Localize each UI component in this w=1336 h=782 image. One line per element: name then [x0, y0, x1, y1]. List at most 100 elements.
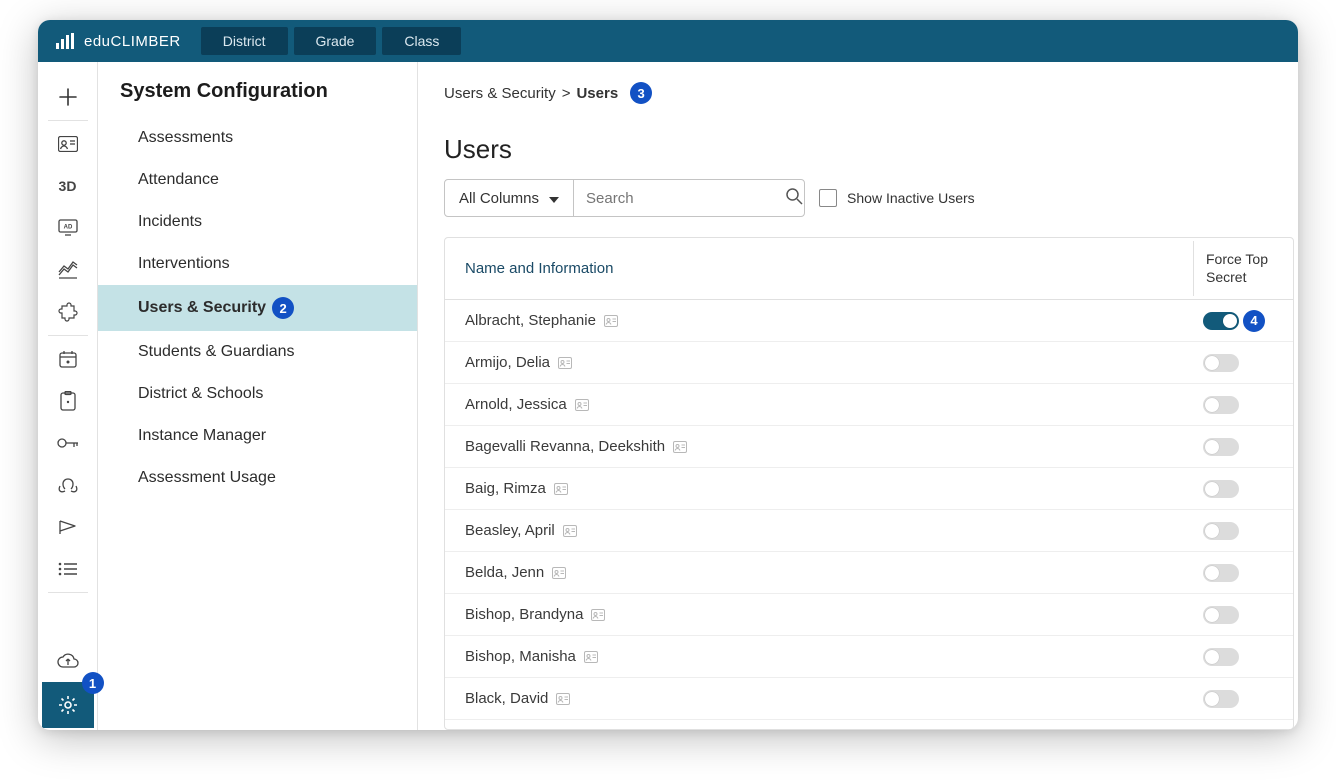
sidebar-item-label: Instance Manager	[138, 427, 266, 445]
rail-puzzle-icon[interactable]	[38, 291, 98, 333]
table-row[interactable]: Armijo, Delia	[445, 342, 1293, 384]
user-name-cell: Belda, Jenn	[445, 564, 1193, 581]
force-top-secret-toggle[interactable]	[1203, 522, 1239, 540]
sidebar-item-district-schools[interactable]: District & Schools	[98, 373, 417, 415]
col-force-header[interactable]: Force Top Secret	[1193, 241, 1293, 296]
force-top-secret-toggle[interactable]	[1203, 690, 1239, 708]
show-inactive-checkbox[interactable]: Show Inactive Users	[819, 189, 975, 207]
id-card-icon	[584, 651, 598, 663]
force-toggle-cell	[1193, 690, 1293, 708]
id-card-icon	[554, 483, 568, 495]
top-nav: District Grade Class	[201, 27, 462, 55]
id-card-icon	[591, 609, 605, 621]
rail-add-icon[interactable]	[38, 76, 98, 118]
id-card-icon	[673, 441, 687, 453]
id-card-icon	[575, 399, 589, 411]
table-row[interactable]: Albracht, Stephanie4	[445, 300, 1293, 342]
rail-settings-button[interactable]: 1	[42, 682, 94, 728]
page-title: Users	[444, 134, 1298, 165]
sidebar-item-label: Incidents	[138, 213, 202, 231]
users-table: Name and Information Force Top Secret Al…	[444, 237, 1294, 730]
sidebar: System Configuration AssessmentsAttendan…	[98, 62, 418, 730]
sidebar-item-label: Interventions	[138, 255, 230, 273]
user-name-cell: Bagevalli Revanna, Deekshith	[445, 438, 1193, 455]
nav-class[interactable]: Class	[382, 27, 461, 55]
column-filter-select[interactable]: All Columns	[445, 180, 574, 216]
search-field[interactable]	[574, 180, 804, 216]
controls-row: All Columns Show Inactive Users	[444, 179, 1298, 217]
user-name: Belda, Jenn	[465, 564, 544, 581]
user-name-cell: Baig, Rimza	[445, 480, 1193, 497]
checkbox-icon	[819, 189, 837, 207]
settings-badge: 1	[82, 672, 104, 694]
table-header: Name and Information Force Top Secret	[445, 238, 1293, 300]
table-row[interactable]: Arnold, Jessica	[445, 384, 1293, 426]
table-row[interactable]: Bishop, Manisha	[445, 636, 1293, 678]
rail-key-icon[interactable]	[38, 422, 98, 464]
breadcrumb-sep: >	[562, 85, 571, 102]
force-toggle-cell	[1193, 480, 1293, 498]
user-name: Arnold, Jessica	[465, 396, 567, 413]
rail-3d-icon[interactable]: 3D	[38, 165, 98, 207]
sidebar-item-interventions[interactable]: Interventions	[98, 243, 417, 285]
show-inactive-label: Show Inactive Users	[847, 190, 975, 206]
table-row[interactable]: Baig, Rimza	[445, 468, 1293, 510]
sidebar-item-label: Students & Guardians	[138, 343, 295, 361]
sidebar-item-users-security[interactable]: Users & Security2	[98, 285, 417, 331]
rail-list-icon[interactable]	[38, 548, 98, 590]
rail-hands-icon[interactable]	[38, 464, 98, 506]
rail-flag-icon[interactable]	[38, 506, 98, 548]
sidebar-title: System Configuration	[98, 80, 417, 117]
user-name: Albracht, Stephanie	[465, 312, 596, 329]
force-top-secret-toggle[interactable]	[1203, 480, 1239, 498]
brand: eduCLIMBER	[56, 33, 181, 50]
nav-district[interactable]: District	[201, 27, 288, 55]
table-row[interactable]: Beasley, April	[445, 510, 1293, 552]
sidebar-item-label: Assessment Usage	[138, 469, 276, 487]
sidebar-item-students-guardians[interactable]: Students & Guardians	[98, 331, 417, 373]
col-name-header[interactable]: Name and Information	[445, 242, 1193, 295]
sidebar-item-assessments[interactable]: Assessments	[98, 117, 417, 159]
sidebar-item-label: Users & Security	[138, 299, 266, 317]
search-input[interactable]	[586, 190, 785, 207]
id-card-icon	[556, 693, 570, 705]
user-name: Bishop, Manisha	[465, 648, 576, 665]
sidebar-item-incidents[interactable]: Incidents	[98, 201, 417, 243]
force-top-secret-toggle[interactable]	[1203, 564, 1239, 582]
user-name: Armijo, Delia	[465, 354, 550, 371]
table-row[interactable]: Black, David	[445, 678, 1293, 720]
force-toggle-cell	[1193, 648, 1293, 666]
svg-text:AD: AD	[63, 225, 72, 231]
force-top-secret-toggle[interactable]	[1203, 648, 1239, 666]
sidebar-item-attendance[interactable]: Attendance	[98, 159, 417, 201]
user-name-cell: Bishop, Manisha	[445, 648, 1193, 665]
user-name-cell: Bishop, Brandyna	[445, 606, 1193, 623]
force-toggle-cell	[1193, 564, 1293, 582]
sidebar-item-instance-manager[interactable]: Instance Manager	[98, 415, 417, 457]
force-top-secret-toggle[interactable]	[1203, 312, 1239, 330]
sidebar-item-assessment-usage[interactable]: Assessment Usage	[98, 457, 417, 499]
breadcrumb-current: Users	[576, 85, 618, 102]
force-top-secret-toggle[interactable]	[1203, 396, 1239, 414]
rail-monitor-icon[interactable]: AD	[38, 207, 98, 249]
force-top-secret-toggle[interactable]	[1203, 354, 1239, 372]
id-card-icon	[558, 357, 572, 369]
app-window: eduCLIMBER District Grade Class 3D AD	[38, 20, 1298, 730]
main-content: Users & Security > Users 3 Users All Col…	[418, 62, 1298, 730]
user-name-cell: Black, David	[445, 690, 1193, 707]
force-toggle-cell	[1193, 354, 1293, 372]
user-name-cell: Arnold, Jessica	[445, 396, 1193, 413]
force-top-secret-toggle[interactable]	[1203, 606, 1239, 624]
table-row[interactable]: Belda, Jenn	[445, 552, 1293, 594]
breadcrumb-root[interactable]: Users & Security	[444, 85, 556, 102]
table-row[interactable]: Bagevalli Revanna, Deekshith	[445, 426, 1293, 468]
force-top-secret-toggle[interactable]	[1203, 438, 1239, 456]
user-name: Bishop, Brandyna	[465, 606, 583, 623]
rail-idcard-icon[interactable]	[38, 123, 98, 165]
rail-clipboard-icon[interactable]	[38, 380, 98, 422]
rail-analytics-icon[interactable]	[38, 249, 98, 291]
table-row[interactable]: Bishop, Brandyna	[445, 594, 1293, 636]
rail-calendar-icon[interactable]	[38, 338, 98, 380]
icon-rail: 3D AD	[38, 62, 98, 730]
nav-grade[interactable]: Grade	[294, 27, 377, 55]
